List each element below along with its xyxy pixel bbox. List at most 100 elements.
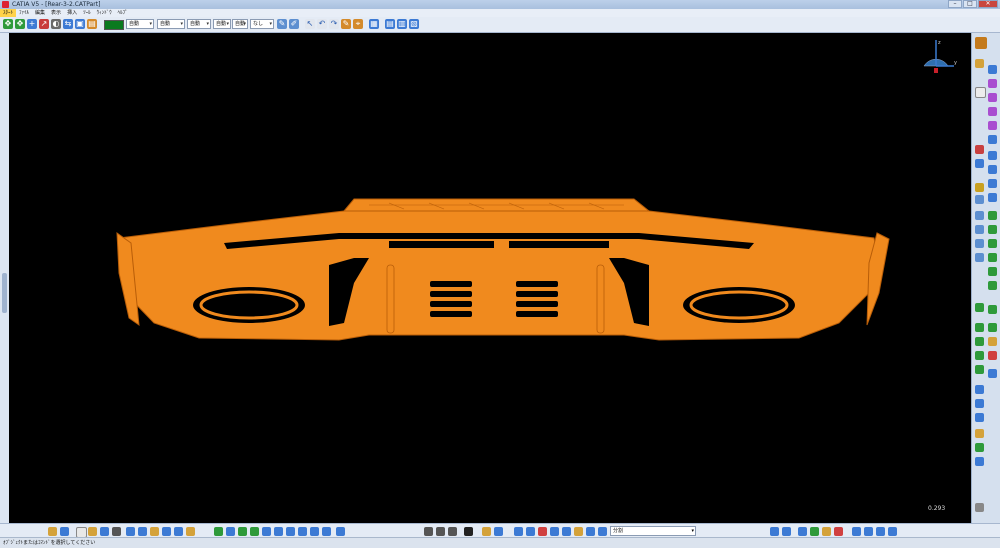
pattern-icon[interactable] bbox=[988, 323, 997, 332]
curvature-icon[interactable] bbox=[448, 527, 457, 536]
draft-analysis-icon[interactable] bbox=[436, 527, 445, 536]
offset-icon[interactable] bbox=[975, 443, 984, 452]
pad-icon[interactable] bbox=[988, 79, 997, 88]
spline-icon[interactable] bbox=[975, 211, 984, 220]
connect-icon[interactable] bbox=[975, 253, 984, 262]
brush-icon[interactable]: ✐ bbox=[289, 19, 299, 29]
join-icon[interactable] bbox=[975, 399, 984, 408]
pan-icon[interactable]: ✥ bbox=[3, 19, 13, 29]
catalog-icon[interactable]: ▦ bbox=[369, 19, 379, 29]
ordered-set-icon[interactable] bbox=[822, 527, 831, 536]
symmetry-icon[interactable] bbox=[975, 337, 984, 346]
healing-icon[interactable] bbox=[975, 413, 984, 422]
menu-view[interactable]: 表示 bbox=[48, 9, 64, 17]
thickness-icon[interactable] bbox=[988, 267, 997, 276]
axis-icon[interactable] bbox=[975, 195, 984, 204]
rotate-icon[interactable]: ✥ bbox=[15, 19, 25, 29]
sketch-bottom-icon[interactable] bbox=[482, 527, 491, 536]
minimize-button[interactable]: – bbox=[948, 0, 962, 8]
hybrid-design-icon[interactable] bbox=[876, 527, 885, 536]
cut-icon[interactable] bbox=[126, 527, 135, 536]
part-body-icon[interactable] bbox=[798, 527, 807, 536]
extract-icon[interactable] bbox=[975, 385, 984, 394]
draft-icon[interactable] bbox=[988, 239, 997, 248]
menu-start[interactable]: ｽﾀｰﾄ bbox=[0, 9, 17, 17]
split-icon[interactable] bbox=[975, 351, 984, 360]
undo-bottom-icon[interactable] bbox=[162, 527, 171, 536]
hide-show-icon[interactable]: ◐ bbox=[51, 19, 61, 29]
workbench-icon[interactable]: ▤ bbox=[385, 19, 395, 29]
boolean-bottom-icon[interactable] bbox=[770, 527, 779, 536]
sew-icon[interactable] bbox=[988, 369, 997, 378]
painter-icon[interactable]: ✎ bbox=[277, 19, 287, 29]
multi-view-icon[interactable] bbox=[298, 527, 307, 536]
reorder-icon[interactable] bbox=[864, 527, 873, 536]
redo-icon[interactable]: ↷ bbox=[329, 19, 339, 29]
macro-icon[interactable]: ▧ bbox=[409, 19, 419, 29]
select-arrow-icon[interactable]: ↖ bbox=[305, 19, 315, 29]
iso-view-icon[interactable] bbox=[310, 527, 319, 536]
circle-icon[interactable] bbox=[975, 225, 984, 234]
axis-system-icon[interactable] bbox=[60, 527, 69, 536]
camera-icon[interactable] bbox=[464, 527, 473, 536]
rotate-bottom-icon[interactable] bbox=[250, 527, 259, 536]
constraint-icon[interactable] bbox=[494, 527, 503, 536]
analysis-icon[interactable]: ▥ bbox=[397, 19, 407, 29]
corner-icon[interactable] bbox=[975, 239, 984, 248]
copy-icon[interactable] bbox=[138, 527, 147, 536]
line-weight-dropdown[interactable]: 自動 ▾ bbox=[187, 19, 211, 29]
new-file-icon[interactable] bbox=[48, 527, 57, 536]
workbench-part-icon[interactable] bbox=[975, 37, 987, 49]
rib-icon[interactable] bbox=[988, 151, 997, 160]
parameter-icon[interactable] bbox=[574, 527, 583, 536]
point-symbol-dropdown[interactable]: 自動 ▾ bbox=[232, 19, 248, 29]
save-icon[interactable] bbox=[100, 527, 109, 536]
mirror-icon[interactable] bbox=[988, 305, 997, 314]
slot-icon[interactable] bbox=[988, 165, 997, 174]
rotate-feature-icon[interactable] bbox=[975, 323, 984, 332]
open-icon[interactable] bbox=[88, 527, 97, 536]
hide-show-bottom-icon[interactable] bbox=[336, 527, 345, 536]
surface-icon[interactable] bbox=[988, 65, 997, 74]
color-dropdown[interactable]: 自動 ▾ bbox=[126, 19, 154, 29]
3d-viewport[interactable]: z y 0.293 bbox=[9, 33, 971, 523]
zoom-out-bottom-icon[interactable] bbox=[274, 527, 283, 536]
close-button[interactable]: ✕ bbox=[978, 0, 998, 8]
point-icon[interactable] bbox=[975, 159, 984, 168]
help-icon[interactable] bbox=[186, 527, 195, 536]
knowledge-icon[interactable] bbox=[598, 527, 607, 536]
measure-icon[interactable]: ⌖ bbox=[353, 19, 363, 29]
paste-icon[interactable] bbox=[150, 527, 159, 536]
loft-icon[interactable] bbox=[988, 193, 997, 202]
measure-bottom-icon[interactable] bbox=[514, 527, 523, 536]
update-icon[interactable] bbox=[586, 527, 595, 536]
print-icon[interactable] bbox=[112, 527, 121, 536]
line-icon[interactable] bbox=[975, 145, 984, 154]
hole-icon[interactable] bbox=[988, 135, 997, 144]
sketcher-icon[interactable] bbox=[975, 59, 984, 68]
menu-help[interactable]: ﾍﾙﾌﾟ bbox=[115, 9, 131, 17]
trim-icon[interactable] bbox=[975, 365, 984, 374]
redo-bottom-icon[interactable] bbox=[174, 527, 183, 536]
pan-bottom-icon[interactable] bbox=[238, 527, 247, 536]
layer-dropdown[interactable]: なし ▾ bbox=[250, 19, 274, 29]
maximize-button[interactable]: □ bbox=[963, 0, 977, 8]
left-scrollbar[interactable] bbox=[2, 273, 7, 313]
shell-icon[interactable] bbox=[988, 253, 997, 262]
zoom-in-icon[interactable]: + bbox=[27, 19, 37, 29]
boundary-icon[interactable] bbox=[975, 429, 984, 438]
compass-widget[interactable]: z y bbox=[912, 38, 960, 78]
formula-icon[interactable] bbox=[550, 527, 559, 536]
inertia-icon[interactable] bbox=[526, 527, 535, 536]
menu-tools[interactable]: ﾂｰﾙ bbox=[80, 9, 94, 17]
thread-icon[interactable] bbox=[988, 281, 997, 290]
pocket-icon[interactable] bbox=[988, 93, 997, 102]
menu-file[interactable]: ﾌｧｲﾙ bbox=[16, 9, 32, 17]
scan-icon[interactable] bbox=[834, 527, 843, 536]
menu-edit[interactable]: 編集 bbox=[32, 9, 48, 17]
line-type-dropdown[interactable]: 自動 ▾ bbox=[213, 19, 231, 29]
power-copy-icon[interactable] bbox=[888, 527, 897, 536]
transparency-dropdown[interactable]: 自動 ▾ bbox=[157, 19, 185, 29]
operation-selector[interactable]: 分割 ▾ bbox=[610, 526, 696, 536]
zoom-in-bottom-icon[interactable] bbox=[262, 527, 271, 536]
